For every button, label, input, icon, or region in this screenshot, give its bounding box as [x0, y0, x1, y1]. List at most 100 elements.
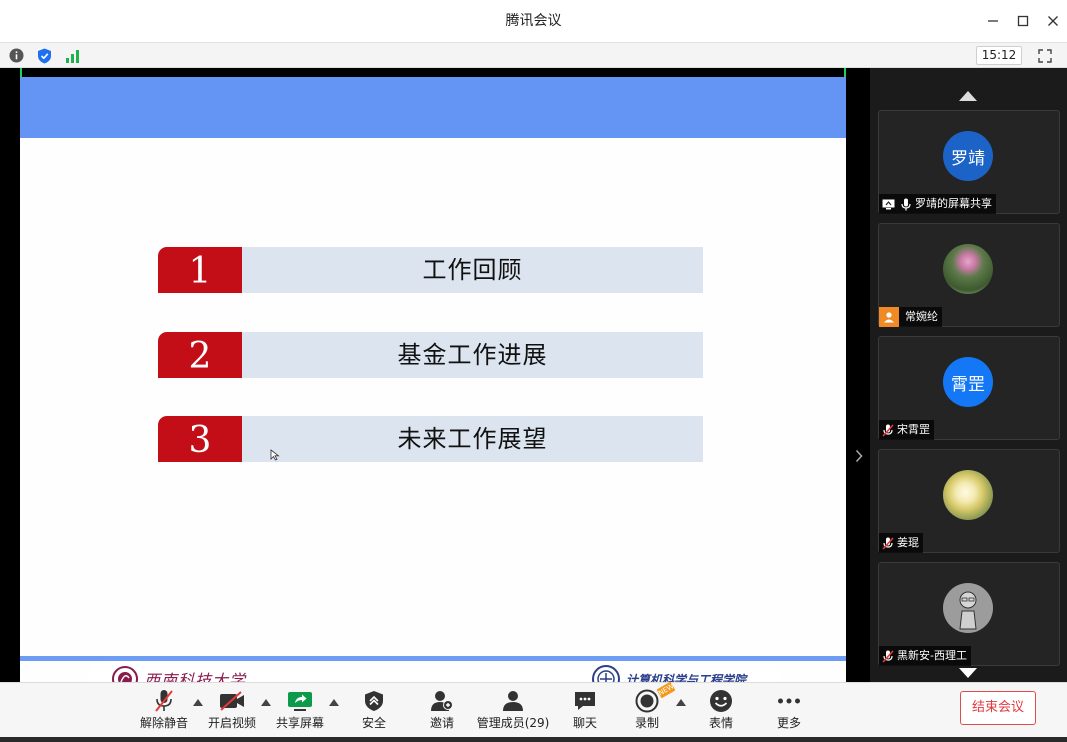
- security-label: 安全: [361, 716, 386, 730]
- participant-video-panel: 罗靖 罗靖的屏幕共享 常婉纶 霄罡 宋霄罡 姜琨 黑新安-西理工: [870, 68, 1067, 682]
- caret-up-icon: [193, 698, 203, 706]
- shield-icon: [38, 48, 51, 63]
- participant-name: 罗靖的屏幕共享: [915, 197, 992, 210]
- fullscreen-icon: [1037, 48, 1052, 63]
- caret-up-icon: [261, 698, 271, 706]
- screen-share-icon: [879, 194, 897, 214]
- college-logo: 计算机科学与工程学院: [592, 665, 782, 682]
- share-options-caret[interactable]: [329, 698, 339, 706]
- more-label: 更多: [776, 716, 801, 730]
- mic-muted-icon: [879, 420, 897, 440]
- meeting-info-button[interactable]: [8, 47, 25, 64]
- agenda-label: 工作回顾: [242, 247, 703, 293]
- invite-label: 邀请: [429, 716, 454, 730]
- share-screen-icon: [287, 689, 313, 713]
- agenda-item: 3 未来工作展望: [158, 416, 703, 462]
- cartoon-person-icon: [959, 591, 977, 630]
- network-signal-button[interactable]: [64, 47, 81, 64]
- add-user-icon: [429, 689, 455, 713]
- participant-name: 常婉纶: [905, 310, 938, 323]
- audio-options-caret[interactable]: [193, 698, 203, 706]
- video-options-caret[interactable]: [261, 698, 271, 706]
- caret-up-icon: [676, 698, 686, 706]
- agenda-item: 2 基金工作进展: [158, 332, 703, 378]
- presentation-slide: 1 工作回顾 2 基金工作进展 3 未来工作展望 西南科技大学 计算机科学与工程…: [20, 77, 846, 682]
- manage-members-button[interactable]: 管理成员(29): [477, 683, 549, 738]
- participant-name-tag: 常婉纶: [879, 307, 942, 327]
- record-icon: [634, 689, 660, 713]
- shared-screen-stage: 1 工作回顾 2 基金工作进展 3 未来工作展望 西南科技大学 计算机科学与工程…: [0, 68, 870, 682]
- video-off-icon: [219, 689, 245, 713]
- maximize-button[interactable]: [1012, 10, 1034, 32]
- more-dots-icon: [776, 689, 802, 713]
- minimize-icon: [988, 20, 998, 22]
- mic-muted-icon: [879, 646, 897, 666]
- members-icon: [500, 689, 526, 713]
- agenda-item: 1 工作回顾: [158, 247, 703, 293]
- college-name: 计算机科学与工程学院: [626, 672, 747, 683]
- college-seal-icon: [592, 665, 620, 682]
- participant-tile[interactable]: 罗靖 罗靖的屏幕共享: [878, 110, 1060, 214]
- participant-name-tag: 宋霄罡: [879, 420, 934, 440]
- avatar-text: 霄罡: [951, 374, 985, 395]
- fullscreen-button[interactable]: [1036, 47, 1053, 64]
- chevron-right-icon: [855, 449, 863, 463]
- agenda-label: 未来工作展望: [242, 416, 703, 462]
- record-label: 录制: [634, 716, 659, 730]
- agenda-number: 3: [158, 416, 242, 462]
- unmute-button[interactable]: 解除静音: [140, 683, 188, 738]
- collapse-panel-button[interactable]: [851, 446, 867, 466]
- scroll-up-button[interactable]: [958, 91, 978, 103]
- participant-tile[interactable]: 姜琨: [878, 449, 1060, 553]
- mouse-cursor-icon: [270, 449, 280, 461]
- invite-button[interactable]: 邀请: [422, 683, 462, 738]
- close-button[interactable]: [1042, 10, 1064, 32]
- university-logo: 西南科技大学: [112, 665, 262, 682]
- mic-muted-icon: [879, 533, 897, 553]
- participant-tile[interactable]: 黑新安-西理工: [878, 562, 1060, 666]
- meeting-clock: 15:12: [976, 46, 1022, 65]
- title-bar: 腾讯会议: [0, 0, 1067, 43]
- avatar-photo-flowers: [943, 244, 993, 294]
- agenda-label: 基金工作进展: [242, 332, 703, 378]
- university-seal-icon: [112, 666, 138, 682]
- end-meeting-button[interactable]: 结束会议: [960, 691, 1036, 725]
- meeting-toolbar: 解除静音 开启视频 共享屏幕 安全 邀请 管理成员(29) 聊天 录制 NEW …: [0, 681, 1067, 738]
- avatar-text: 罗靖: [951, 148, 985, 169]
- record-options-caret[interactable]: [676, 698, 686, 706]
- chat-button[interactable]: 聊天: [565, 683, 605, 738]
- start-video-label: 开启视频: [208, 716, 257, 730]
- window-title: 腾讯会议: [505, 13, 562, 29]
- chat-label: 聊天: [572, 716, 597, 730]
- avatar-cartoon: [943, 583, 993, 633]
- unmute-label: 解除静音: [140, 716, 189, 730]
- signal-icon: [66, 49, 79, 63]
- tencent-meeting-window: 腾讯会议 15:12 1 工作回顾 2 基金工作进展 3 未来工作展望 西南科技…: [0, 0, 1067, 742]
- security-shield-button[interactable]: [36, 47, 53, 64]
- more-button[interactable]: 更多: [769, 683, 809, 738]
- info-icon: [9, 48, 24, 63]
- caret-down-icon: [959, 668, 977, 678]
- university-name: 西南科技大学: [144, 671, 247, 682]
- microphone-icon: [897, 194, 915, 214]
- caret-up-icon: [959, 91, 977, 101]
- security-button[interactable]: 安全: [354, 683, 394, 738]
- participant-name: 宋霄罡: [897, 423, 930, 436]
- scroll-down-button[interactable]: [958, 668, 978, 680]
- participant-tile[interactable]: 霄罡 宋霄罡: [878, 336, 1060, 440]
- participant-name: 姜琨: [897, 536, 919, 549]
- agenda-number: 1: [158, 247, 242, 293]
- user-icon: [879, 307, 899, 327]
- participant-tile[interactable]: 常婉纶: [878, 223, 1060, 327]
- shield-icon: [361, 689, 387, 713]
- chat-icon: [572, 689, 598, 713]
- participant-name: 黑新安-西理工: [897, 649, 967, 662]
- start-video-button[interactable]: 开启视频: [208, 683, 256, 738]
- share-screen-button[interactable]: 共享屏幕: [276, 683, 324, 738]
- minimize-button[interactable]: [982, 10, 1004, 32]
- close-icon: [1048, 16, 1058, 26]
- participant-name-tag: 黑新安-西理工: [879, 646, 971, 666]
- avatar-photo-flowers: [943, 470, 993, 520]
- reactions-button[interactable]: 表情: [701, 683, 741, 738]
- share-screen-label: 共享屏幕: [276, 716, 325, 730]
